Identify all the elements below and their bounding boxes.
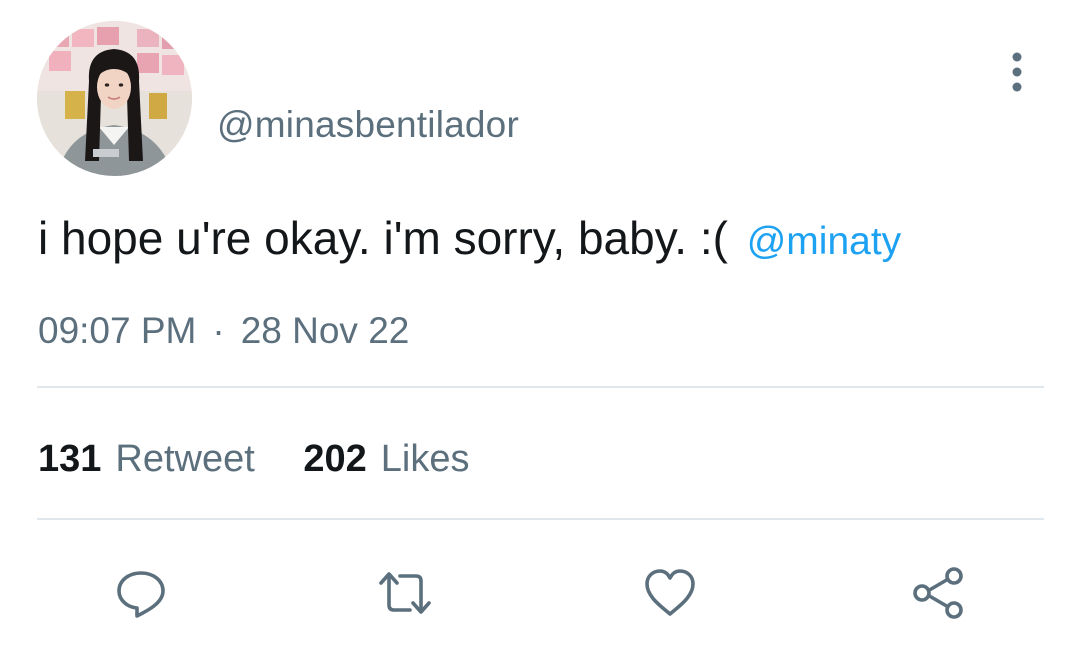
retweet-button[interactable] xyxy=(377,565,433,621)
likes-label: Likes xyxy=(380,438,470,480)
mention-link[interactable]: @minaty xyxy=(747,220,901,263)
likes-count: 202 xyxy=(303,438,367,480)
retweet-icon xyxy=(379,572,431,614)
tweet-meta: 09:07 PM · 28 Nov 22 xyxy=(38,309,409,353)
tweet-body: i hope u're okay. i'm sorry, baby. :( @m… xyxy=(38,210,901,270)
like-button[interactable] xyxy=(642,565,698,621)
avatar-image xyxy=(37,21,192,176)
share-icon xyxy=(913,567,963,619)
share-button[interactable] xyxy=(910,565,966,621)
more-options-button[interactable] xyxy=(997,47,1037,99)
retweet-count: 131 xyxy=(38,438,102,480)
likes-stat[interactable]: 202 Likes xyxy=(303,436,469,482)
divider-top xyxy=(37,386,1044,388)
tweet-time: 09:07 PM xyxy=(38,310,197,351)
heart-icon xyxy=(645,569,695,616)
meta-separator: · xyxy=(212,310,225,351)
retweet-label: Retweet xyxy=(115,438,255,480)
reply-icon xyxy=(117,571,165,618)
reply-button[interactable] xyxy=(113,565,169,621)
tweet-card: @minasbentilador i hope u're okay. i'm s… xyxy=(0,0,1080,665)
user-handle[interactable]: @minasbentilador xyxy=(217,103,519,147)
more-vertical-icon xyxy=(1012,52,1022,92)
tweet-stats: 131 Retweet 202 Likes xyxy=(38,436,470,482)
divider-bottom xyxy=(37,518,1044,520)
tweet-date: 28 Nov 22 xyxy=(240,310,410,351)
avatar[interactable] xyxy=(37,21,192,176)
tweet-text: i hope u're okay. i'm sorry, baby. :( xyxy=(38,212,728,264)
retweet-stat[interactable]: 131 Retweet xyxy=(38,436,255,482)
